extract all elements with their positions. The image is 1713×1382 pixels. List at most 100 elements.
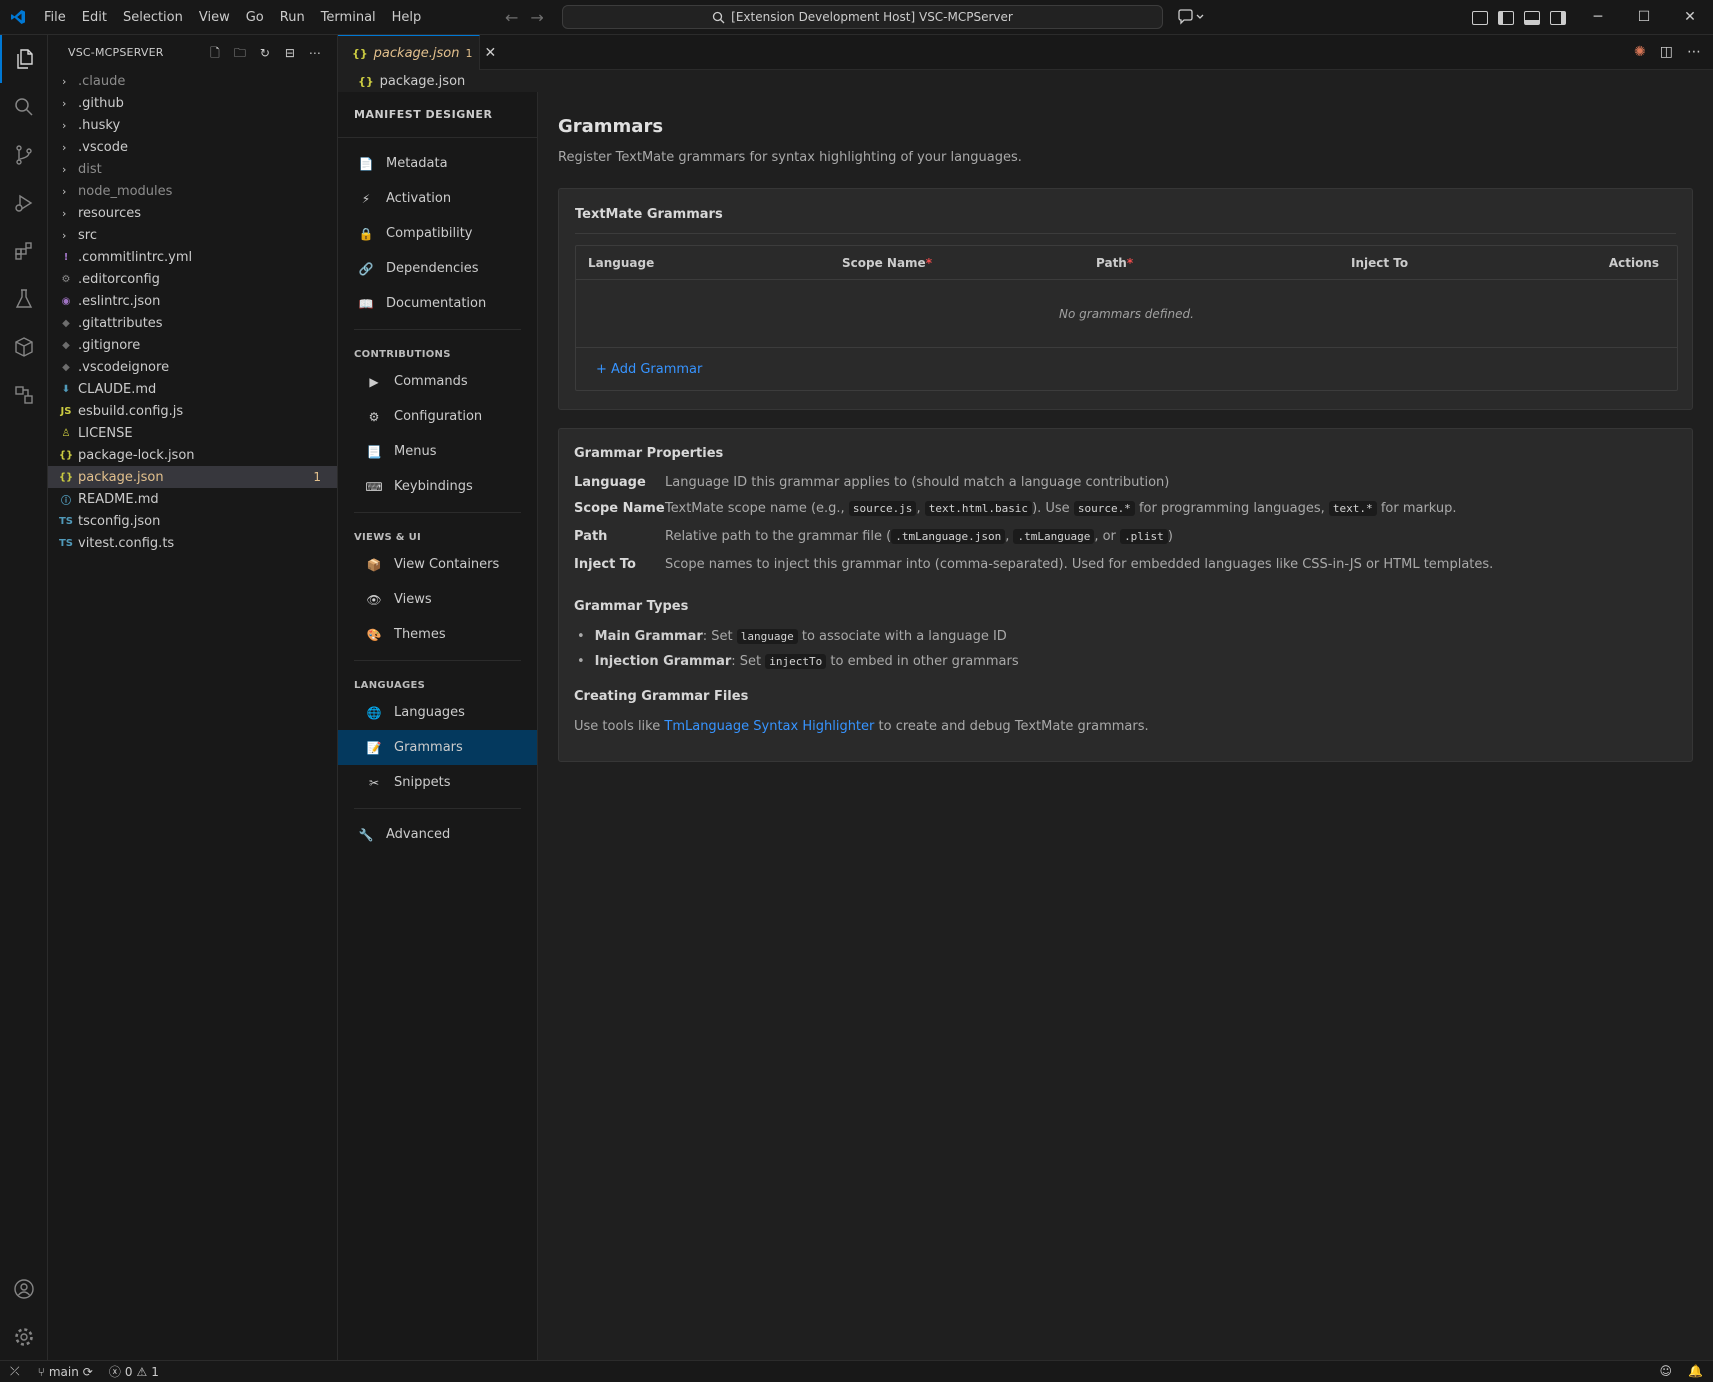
nav-item-documentation[interactable]: 📖 Documentation <box>338 286 537 321</box>
search-view-icon[interactable] <box>0 83 48 131</box>
remote-explorer-icon[interactable] <box>0 371 48 419</box>
menu-item-go[interactable]: Go <box>238 0 272 35</box>
tree-file[interactable]: ♙ LICENSE <box>48 422 337 444</box>
tree-folder[interactable]: › .github <box>48 92 337 114</box>
settings-gear-icon[interactable] <box>0 1313 48 1361</box>
nav-item-advanced[interactable]: 🔧 Advanced <box>338 817 537 852</box>
tree-folder[interactable]: › src <box>48 224 337 246</box>
tree-file[interactable]: ◆ .gitattributes <box>48 312 337 334</box>
tree-folder[interactable]: › .claude <box>48 70 337 92</box>
minimize-icon[interactable]: ─ <box>1575 0 1621 35</box>
collapse-all-icon[interactable]: ⊟ <box>282 45 298 61</box>
maximize-icon[interactable]: ☐ <box>1621 0 1667 35</box>
tree-file[interactable]: ⓘ README.md <box>48 488 337 510</box>
nav-item-metadata[interactable]: 📄 Metadata <box>338 146 537 181</box>
toggle-primary-sidebar-icon[interactable] <box>1498 10 1514 25</box>
new-folder-icon[interactable]: 🗀 <box>232 45 248 61</box>
chevron-right-icon: › <box>62 162 67 176</box>
notifications-bell-icon[interactable]: 🔔 <box>1688 1364 1703 1378</box>
tree-file[interactable]: JS esbuild.config.js <box>48 400 337 422</box>
tree-file[interactable]: TS vitest.config.ts <box>48 532 337 554</box>
tree-file[interactable]: ◆ .gitignore <box>48 334 337 356</box>
explorer-toolbar: 🗋 🗀 ↻ ⊟ ⋯ <box>207 45 323 61</box>
file-type-icon: ⓘ <box>61 495 71 507</box>
tree-file[interactable]: ⬇ CLAUDE.md <box>48 378 337 400</box>
divider <box>354 808 521 809</box>
source-control-icon[interactable] <box>0 131 48 179</box>
split-editor-icon[interactable]: ◫ <box>1660 44 1673 60</box>
tree-folder[interactable]: › .vscode <box>48 136 337 158</box>
nav-item-snippets[interactable]: ✂ Snippets <box>338 765 537 800</box>
editor-more-icon[interactable]: ⋯ <box>1687 44 1701 60</box>
menu-item-file[interactable]: File <box>36 0 74 35</box>
copilot-chat-icon[interactable] <box>1177 8 1211 26</box>
claude-icon[interactable]: ✺ <box>1634 44 1646 60</box>
nav-item-keybindings[interactable]: ⌨ Keybindings <box>338 469 537 504</box>
new-file-icon[interactable]: 🗋 <box>207 45 223 61</box>
menu-item-edit[interactable]: Edit <box>74 0 115 35</box>
close-tab-icon[interactable]: ✕ <box>485 45 497 61</box>
nav-item-configuration[interactable]: ⚙ Configuration <box>338 399 537 434</box>
menu-item-run[interactable]: Run <box>272 0 313 35</box>
vscode-logo-icon <box>0 0 36 35</box>
testing-icon[interactable] <box>0 275 48 323</box>
tree-file[interactable]: ⚙ .editorconfig <box>48 268 337 290</box>
nav-item-commands[interactable]: ▶ Commands <box>338 364 537 399</box>
toggle-secondary-sidebar-icon[interactable] <box>1550 10 1566 25</box>
tree-file[interactable]: ! .commitlintrc.yml <box>48 246 337 268</box>
run-debug-icon[interactable] <box>0 179 48 227</box>
forward-arrow-icon[interactable]: → <box>530 0 543 35</box>
nav-item-menus[interactable]: 📃 Menus <box>338 434 537 469</box>
nav-item-activation[interactable]: ⚡ Activation <box>338 181 537 216</box>
tree-folder[interactable]: › dist <box>48 158 337 180</box>
tree-file[interactable]: {} package-lock.json <box>48 444 337 466</box>
breadcrumb-item[interactable]: package.json <box>380 74 466 89</box>
file-type-icon: {} <box>58 449 74 461</box>
accounts-icon[interactable] <box>0 1265 48 1313</box>
prop-language: Language Language ID this grammar applie… <box>574 475 1170 490</box>
tab-package-json[interactable]: {} package.json 1 ✕ <box>338 35 496 70</box>
nav-item-languages[interactable]: 🌐 Languages <box>338 695 537 730</box>
tree-file[interactable]: ◉ .eslintrc.json <box>48 290 337 312</box>
add-grammar-button[interactable]: + Add Grammar <box>596 362 702 377</box>
tmlanguage-link[interactable]: TmLanguage Syntax Highlighter <box>664 719 874 734</box>
file-type-icon: JS <box>60 405 72 417</box>
nav-item-view-containers[interactable]: 📦 View Containers <box>338 547 537 582</box>
explorer-icon[interactable] <box>0 35 48 83</box>
warning-icon: ⚠ <box>136 1364 148 1379</box>
menu-item-terminal[interactable]: Terminal <box>313 0 384 35</box>
close-window-icon[interactable]: ✕ <box>1667 0 1713 35</box>
remote-indicator-icon[interactable]: ⤫ <box>10 1364 20 1379</box>
col-language: Language <box>588 256 655 270</box>
tree-folder[interactable]: › .husky <box>48 114 337 136</box>
nav-item-dependencies[interactable]: 🔗 Dependencies <box>338 251 537 286</box>
tree-item-label: dist <box>78 161 102 177</box>
customize-layout-icon[interactable] <box>1472 10 1488 25</box>
nav-item-grammars[interactable]: 📝 Grammars <box>338 730 537 765</box>
menu-item-selection[interactable]: Selection <box>115 0 191 35</box>
snippets-icon: ✂ <box>368 775 380 790</box>
menu-item-help[interactable]: Help <box>384 0 430 35</box>
containers-icon[interactable] <box>0 323 48 371</box>
problems-indicator[interactable]: ⓧ 0 ⚠ 1 <box>109 1363 159 1380</box>
menu-item-view[interactable]: View <box>191 0 238 35</box>
tree-folder[interactable]: › node_modules <box>48 180 337 202</box>
command-center-search[interactable]: [Extension Development Host] VSC-MCPServ… <box>562 5 1163 29</box>
branch-indicator[interactable]: ⑂ main ⟳ <box>38 1365 93 1379</box>
toggle-panel-icon[interactable] <box>1524 10 1540 25</box>
nav-item-views[interactable]: 👁 Views <box>338 582 537 617</box>
refresh-icon[interactable]: ↻ <box>257 45 273 61</box>
tree-file[interactable]: {} package.json 1 <box>48 466 337 488</box>
extensions-icon[interactable] <box>0 227 48 275</box>
back-arrow-icon[interactable]: ← <box>505 0 518 35</box>
tree-file[interactable]: ◆ .vscodeignore <box>48 356 337 378</box>
more-actions-icon[interactable]: ⋯ <box>307 45 323 61</box>
nav-item-themes[interactable]: 🎨 Themes <box>338 617 537 652</box>
copilot-status-icon[interactable]: ☺ <box>1660 1364 1673 1378</box>
nav-item-compatibility[interactable]: 🔒 Compatibility <box>338 216 537 251</box>
tree-item-label: src <box>78 227 97 243</box>
col-scope-name: Scope Name* <box>842 256 932 270</box>
editor-actions: ✺ ◫ ⋯ <box>1634 44 1701 60</box>
tree-folder[interactable]: › resources <box>48 202 337 224</box>
tree-file[interactable]: TS tsconfig.json <box>48 510 337 532</box>
